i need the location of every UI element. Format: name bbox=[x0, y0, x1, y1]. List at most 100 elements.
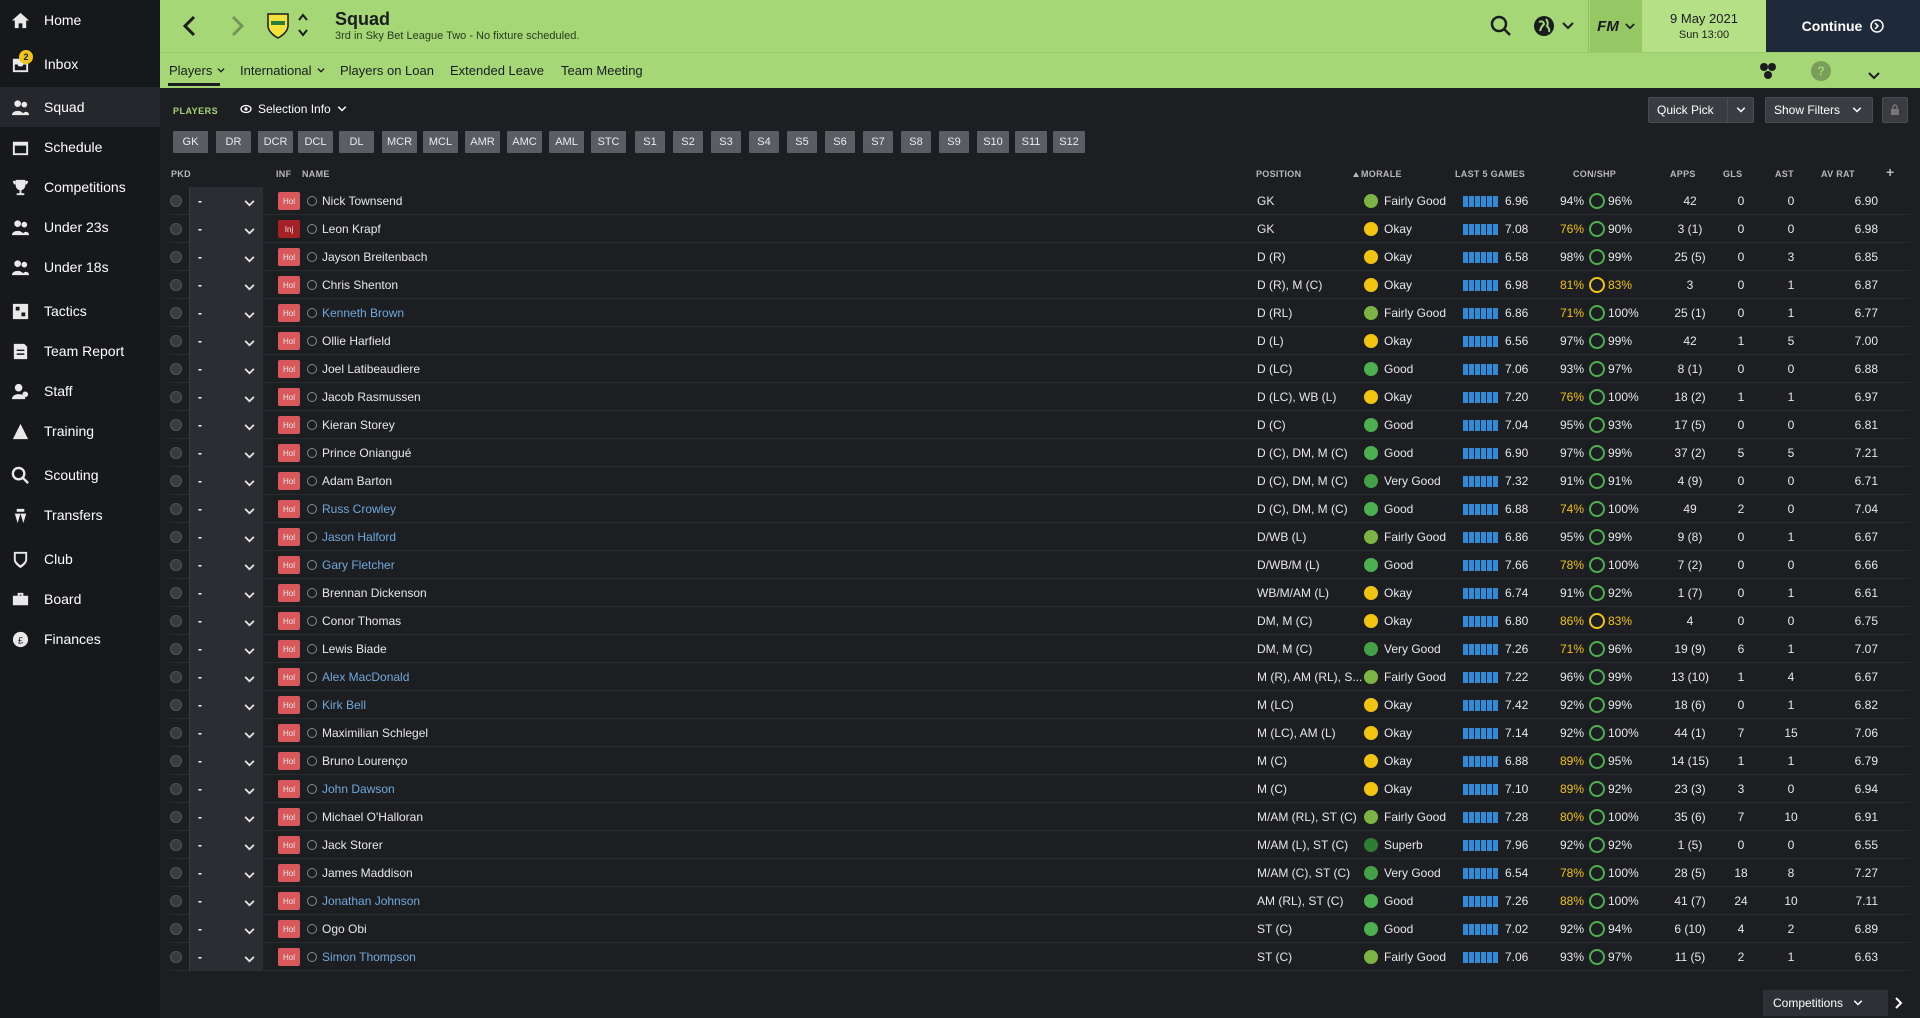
table-row[interactable]: - Inj Leon Krapf GK Okay 7.08 76% 90% 3 (1) 0 0 6.9… bbox=[170, 215, 1910, 243]
table-row[interactable]: - Hol Bruno Lourenço M (C) Okay 6.88 89% 95% 14 … bbox=[170, 747, 1910, 775]
status-badge[interactable]: Hol bbox=[278, 276, 300, 294]
pick-dropdown[interactable]: - bbox=[189, 495, 263, 523]
col-header-name[interactable]: NAME bbox=[302, 169, 330, 179]
status-badge[interactable]: Hol bbox=[278, 808, 300, 826]
pick-dropdown[interactable]: - bbox=[189, 859, 263, 887]
position-button-dcr[interactable]: DCR bbox=[258, 131, 293, 153]
forward-button[interactable] bbox=[222, 10, 252, 42]
position-button-s9[interactable]: S9 bbox=[939, 131, 969, 153]
col-header-gls[interactable]: GLS bbox=[1723, 169, 1742, 179]
info-icon[interactable] bbox=[307, 840, 317, 850]
position-button-s5[interactable]: S5 bbox=[787, 131, 817, 153]
search-icon[interactable] bbox=[1490, 15, 1512, 42]
status-badge[interactable]: Hol bbox=[278, 192, 300, 210]
player-name[interactable]: Chris Shenton bbox=[322, 271, 1222, 299]
status-badge[interactable]: Hol bbox=[278, 864, 300, 882]
status-badge[interactable]: Hol bbox=[278, 780, 300, 798]
info-icon[interactable] bbox=[307, 336, 317, 346]
info-icon[interactable] bbox=[307, 252, 317, 262]
table-row[interactable]: - Hol Jonathan Johnson AM (RL), ST (C) Good 7… bbox=[170, 887, 1910, 915]
pick-checkbox[interactable] bbox=[170, 355, 186, 383]
info-icon[interactable] bbox=[307, 700, 317, 710]
pick-dropdown[interactable]: - bbox=[189, 579, 263, 607]
position-button-amc[interactable]: AMC bbox=[507, 131, 542, 153]
expand-chevron-icon[interactable] bbox=[1868, 67, 1880, 85]
player-name[interactable]: Michael O'Halloran bbox=[322, 803, 1222, 831]
player-name[interactable]: Jack Storer bbox=[322, 831, 1222, 859]
player-name[interactable]: Simon Thompson bbox=[322, 943, 1222, 971]
sidebar-item-scouting[interactable]: Scouting bbox=[0, 455, 160, 495]
pick-dropdown[interactable]: - bbox=[189, 299, 263, 327]
sidebar-item-under-23s[interactable]: Under 23s bbox=[0, 207, 160, 247]
status-badge[interactable]: Hol bbox=[278, 920, 300, 938]
status-badge[interactable]: Hol bbox=[278, 472, 300, 490]
pick-checkbox[interactable] bbox=[170, 523, 186, 551]
pick-checkbox[interactable] bbox=[170, 635, 186, 663]
player-name[interactable]: Ogo Obi bbox=[322, 915, 1222, 943]
status-badge[interactable]: Hol bbox=[278, 668, 300, 686]
table-row[interactable]: - Hol Adam Barton D (C), DM, M (C) Very Good… bbox=[170, 467, 1910, 495]
add-column-icon[interactable]: + bbox=[1886, 164, 1894, 180]
player-name[interactable]: Jonathan Johnson bbox=[322, 887, 1222, 915]
info-icon[interactable] bbox=[307, 308, 317, 318]
info-icon[interactable] bbox=[307, 448, 317, 458]
status-badge[interactable]: Hol bbox=[278, 892, 300, 910]
table-row[interactable]: - Hol Jason Halford D/WB (L) Fairly Good 6.86… bbox=[170, 523, 1910, 551]
player-name[interactable]: Leon Krapf bbox=[322, 215, 1222, 243]
table-row[interactable]: - Hol Kieran Storey D (C) Good 7.04 95% 93% 17 (… bbox=[170, 411, 1910, 439]
table-row[interactable]: - Hol Kirk Bell M (LC) Okay 7.42 92% 99% 18 (6) 0… bbox=[170, 691, 1910, 719]
world-menu-button[interactable] bbox=[1532, 14, 1574, 38]
table-row[interactable]: - Hol Prince Oniangué D (C), DM, M (C) Good 6… bbox=[170, 439, 1910, 467]
player-name[interactable]: Kirk Bell bbox=[322, 691, 1222, 719]
pick-dropdown[interactable]: - bbox=[189, 383, 263, 411]
back-button[interactable] bbox=[175, 10, 205, 42]
status-badge[interactable]: Hol bbox=[278, 444, 300, 462]
staff-meeting-icon[interactable] bbox=[1758, 61, 1778, 86]
player-name[interactable]: Russ Crowley bbox=[322, 495, 1222, 523]
player-name[interactable]: Prince Oniangué bbox=[322, 439, 1222, 467]
pick-checkbox[interactable] bbox=[170, 803, 186, 831]
player-name[interactable]: Lewis Biade bbox=[322, 635, 1222, 663]
player-name[interactable]: Conor Thomas bbox=[322, 607, 1222, 635]
pick-dropdown[interactable]: - bbox=[189, 271, 263, 299]
pick-checkbox[interactable] bbox=[170, 243, 186, 271]
position-button-s11[interactable]: S11 bbox=[1015, 131, 1047, 153]
position-button-stc[interactable]: STC bbox=[591, 131, 626, 153]
player-name[interactable]: Ollie Harfield bbox=[322, 327, 1222, 355]
pick-checkbox[interactable] bbox=[170, 831, 186, 859]
pick-dropdown[interactable]: - bbox=[189, 439, 263, 467]
player-name[interactable]: Jason Halford bbox=[322, 523, 1222, 551]
pick-dropdown[interactable]: - bbox=[189, 831, 263, 859]
continue-button[interactable]: Continue bbox=[1766, 0, 1920, 52]
position-button-dcl[interactable]: DCL bbox=[298, 131, 333, 153]
pick-dropdown[interactable]: - bbox=[189, 411, 263, 439]
sidebar-item-tactics[interactable]: Tactics bbox=[0, 291, 160, 331]
info-icon[interactable] bbox=[307, 616, 317, 626]
position-button-gk[interactable]: GK bbox=[173, 131, 208, 153]
help-icon[interactable]: ? bbox=[1811, 61, 1831, 81]
player-name[interactable]: Jayson Breitenbach bbox=[322, 243, 1222, 271]
position-button-s7[interactable]: S7 bbox=[863, 131, 893, 153]
tab-players[interactable]: Players bbox=[169, 63, 225, 78]
pick-dropdown[interactable]: - bbox=[189, 215, 263, 243]
position-button-s2[interactable]: S2 bbox=[673, 131, 703, 153]
col-header-pkd[interactable]: PKD bbox=[171, 169, 191, 179]
status-badge[interactable]: Hol bbox=[278, 332, 300, 350]
info-icon[interactable] bbox=[307, 364, 317, 374]
info-icon[interactable] bbox=[307, 812, 317, 822]
pick-checkbox[interactable] bbox=[170, 775, 186, 803]
pick-dropdown[interactable]: - bbox=[189, 775, 263, 803]
info-icon[interactable] bbox=[307, 280, 317, 290]
fm-menu-button[interactable]: FM bbox=[1590, 0, 1642, 52]
table-row[interactable]: - Hol Simon Thompson ST (C) Fairly Good 7.06 9… bbox=[170, 943, 1910, 971]
table-row[interactable]: - Hol Kenneth Brown D (RL) Fairly Good 6.86 71… bbox=[170, 299, 1910, 327]
pick-checkbox[interactable] bbox=[170, 859, 186, 887]
status-badge[interactable]: Hol bbox=[278, 556, 300, 574]
position-button-s12[interactable]: S12 bbox=[1053, 131, 1085, 153]
player-name[interactable]: Bruno Lourenço bbox=[322, 747, 1222, 775]
status-badge[interactable]: Hol bbox=[278, 388, 300, 406]
pick-dropdown[interactable]: - bbox=[189, 803, 263, 831]
position-button-s3[interactable]: S3 bbox=[711, 131, 741, 153]
competitions-button[interactable]: Competitions bbox=[1763, 990, 1888, 1016]
table-row[interactable]: - Hol Jacob Rasmussen D (LC), WB (L) Okay 7.2… bbox=[170, 383, 1910, 411]
